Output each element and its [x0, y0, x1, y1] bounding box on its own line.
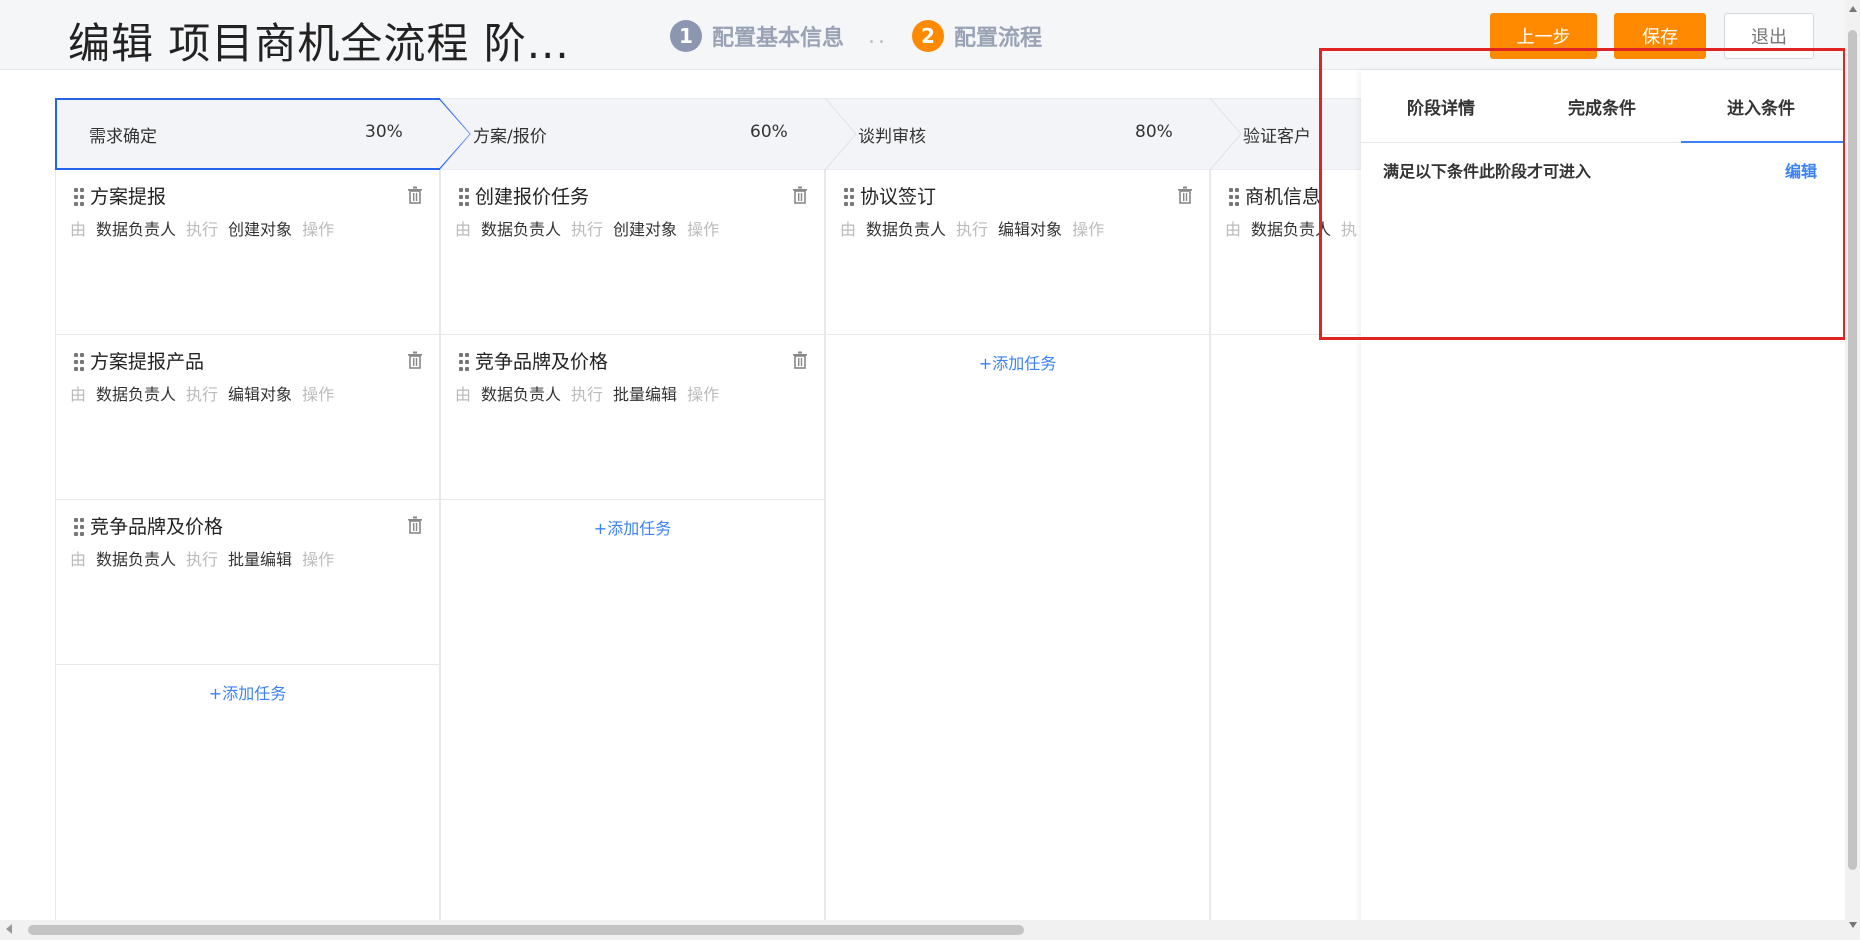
- trash-icon[interactable]: [1177, 186, 1193, 204]
- drag-handle-icon[interactable]: [74, 518, 84, 536]
- step-indicator: 1 配置基本信息 .. 2 配置流程: [670, 20, 1042, 52]
- action-value: 创建对象: [613, 220, 678, 239]
- drag-handle-icon[interactable]: [459, 188, 469, 206]
- owner-value: 数据负责人: [481, 385, 562, 404]
- owner-value: 数据负责人: [96, 220, 177, 239]
- page-title: 编辑 项目商机全流程 阶...: [68, 19, 570, 68]
- step-1-number[interactable]: 1: [670, 20, 702, 52]
- drag-handle-icon[interactable]: [844, 188, 854, 206]
- action-value: 创建对象: [228, 220, 293, 239]
- drag-handle-icon[interactable]: [1229, 188, 1239, 206]
- by-label: 由: [70, 550, 87, 569]
- op-label: 操作: [302, 550, 335, 569]
- task-name: 创建报价任务: [475, 186, 590, 208]
- task-name: 竞争品牌及价格: [475, 351, 609, 373]
- by-label: 由: [455, 220, 472, 239]
- owner-value: 数据负责人: [96, 385, 177, 404]
- exec-label: 执行: [186, 220, 219, 239]
- stage-column-3: 协议签订 由数据负责人 执行 编辑对象 操作 +添加任务: [825, 170, 1210, 920]
- action-value: 编辑对象: [228, 385, 293, 404]
- stage-bar: 需求确定 30% 方案/报价 60% 谈判审核 80% 验证客户: [55, 98, 1375, 170]
- by-label: 由: [455, 385, 472, 404]
- task-meta: 由数据负责人 执行 创建对象 操作: [70, 216, 344, 240]
- op-label: 操作: [1072, 220, 1105, 239]
- drag-handle-icon[interactable]: [74, 188, 84, 206]
- owner-value: 数据负责人: [96, 550, 177, 569]
- task-card[interactable]: 方案提报产品 由数据负责人 执行 编辑对象 操作: [56, 335, 439, 500]
- task-card[interactable]: 竞争品牌及价格 由数据负责人 执行 批量编辑 操作: [56, 500, 439, 665]
- task-name: 竞争品牌及价格: [90, 516, 224, 538]
- trash-icon[interactable]: [792, 351, 808, 369]
- task-card[interactable]: 协议签订 由数据负责人 执行 编辑对象 操作: [826, 170, 1209, 335]
- by-label: 由: [840, 220, 857, 239]
- trash-icon[interactable]: [792, 186, 808, 204]
- stage-percent: 60%: [750, 122, 788, 142]
- op-label: 操作: [687, 220, 720, 239]
- app-page: 编辑 项目商机全流程 阶... 1 配置基本信息 .. 2 配置流程 上一步 保…: [0, 0, 1860, 940]
- op-label: 操作: [687, 385, 720, 404]
- task-meta: 由数据负责人 执行 创建对象 操作: [455, 216, 729, 240]
- stage-name: 方案/报价: [473, 127, 547, 147]
- horizontal-scroll-thumb[interactable]: [28, 925, 1024, 935]
- scroll-left-arrow-icon[interactable]: [6, 924, 12, 934]
- trash-icon[interactable]: [407, 186, 423, 204]
- trash-icon[interactable]: [407, 516, 423, 534]
- by-label: 由: [1225, 220, 1242, 239]
- vertical-scroll-thumb[interactable]: [1848, 30, 1857, 870]
- exec-label: 执行: [186, 385, 219, 404]
- stage-percent: 80%: [1135, 122, 1173, 142]
- task-card[interactable]: 创建报价任务 由数据负责人 执行 创建对象 操作: [441, 170, 824, 335]
- stage-tab-2[interactable]: 方案/报价 60%: [440, 98, 860, 170]
- task-meta: 由数据负责人 执行 批量编辑 操作: [70, 546, 344, 570]
- action-value: 批量编辑: [228, 550, 293, 569]
- step-separator: ..: [868, 23, 889, 49]
- stage-column-1: 方案提报 由数据负责人 执行 创建对象 操作 方案提报产品 由数据负责人 执行 编辑对象操…: [55, 170, 440, 920]
- op-label: 操作: [302, 220, 335, 239]
- task-card[interactable]: 竞争品牌及价格 由数据负责人 执行 批量编辑 操作: [441, 335, 824, 500]
- task-name: 协议签订: [860, 186, 937, 208]
- task-name: 商机信息: [1245, 186, 1322, 208]
- stage-name: 谈判审核: [858, 127, 926, 147]
- by-label: 由: [70, 220, 87, 239]
- stage-column-2: 创建报价任务 由数据负责人 执行 创建对象 操作 竞争品牌及价格 由数据负责人 执行 批量…: [440, 170, 825, 920]
- stage-tab-3[interactable]: 谈判审核 80%: [825, 98, 1245, 170]
- owner-value: 数据负责人: [481, 220, 562, 239]
- step-1-label[interactable]: 配置基本信息: [712, 20, 844, 52]
- task-name: 方案提报: [90, 186, 167, 208]
- add-task-button[interactable]: +添加任务: [826, 350, 1209, 374]
- horizontal-scrollbar[interactable]: [0, 920, 1845, 940]
- task-meta: 由数据负责人 执行 编辑对象 操作: [840, 216, 1114, 240]
- highlight-box: [1319, 48, 1846, 340]
- task-card[interactable]: 方案提报 由数据负责人 执行 创建对象 操作: [56, 170, 439, 335]
- scroll-down-arrow-icon[interactable]: [1849, 922, 1857, 928]
- stage-percent: 30%: [365, 122, 403, 142]
- task-meta: 由数据负责人 执行 编辑对象 操作: [70, 381, 344, 405]
- by-label: 由: [70, 385, 87, 404]
- exec-label: 执行: [956, 220, 989, 239]
- task-meta: 由数据负责人 执行 批量编辑 操作: [455, 381, 729, 405]
- stage-tab-1[interactable]: 需求确定 30%: [55, 98, 473, 170]
- vertical-scrollbar[interactable]: [1845, 0, 1860, 940]
- step-2-number[interactable]: 2: [912, 20, 945, 52]
- stage-name: 需求确定: [89, 127, 157, 147]
- add-task-button[interactable]: +添加任务: [56, 680, 439, 704]
- trash-icon[interactable]: [407, 351, 423, 369]
- action-value: 批量编辑: [613, 385, 678, 404]
- add-task-button[interactable]: +添加任务: [441, 515, 824, 539]
- task-name: 方案提报产品: [90, 351, 205, 373]
- exec-label: 执行: [186, 550, 219, 569]
- stage-name: 验证客户: [1243, 127, 1311, 147]
- exec-label: 执行: [571, 385, 604, 404]
- action-value: 编辑对象: [998, 220, 1063, 239]
- step-2-label[interactable]: 配置流程: [954, 20, 1042, 52]
- exec-label: 执行: [571, 220, 604, 239]
- owner-value: 数据负责人: [866, 220, 947, 239]
- scroll-up-arrow-icon[interactable]: [1849, 6, 1857, 12]
- drag-handle-icon[interactable]: [74, 353, 84, 371]
- drag-handle-icon[interactable]: [459, 353, 469, 371]
- op-label: 操作: [302, 385, 335, 404]
